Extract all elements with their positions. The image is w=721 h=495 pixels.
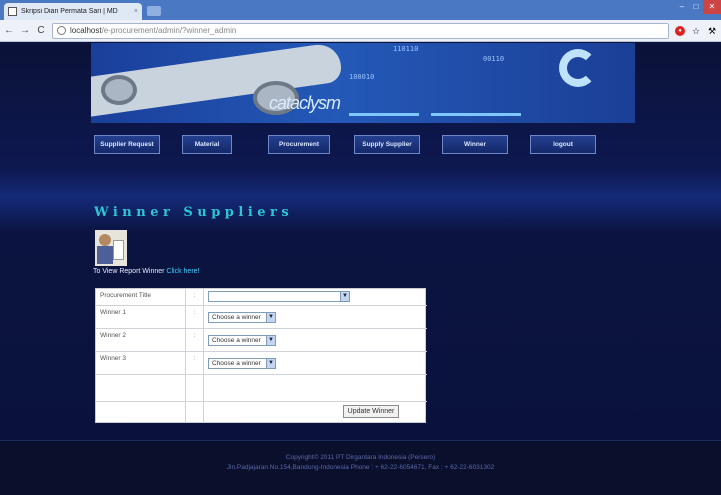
tab-title: Skripsi Dian Permata Sari | MD (21, 8, 118, 15)
winner-3-select[interactable]: Choose a winner ▼ (208, 358, 276, 369)
star-icon[interactable]: ☆ (691, 26, 701, 36)
form-row: Procurement Title : ▼ (96, 289, 427, 306)
nav-supplier-request[interactable]: Supplier Request (94, 135, 160, 154)
nav-supply-supplier[interactable]: Supply Supplier (354, 135, 420, 154)
close-window-icon[interactable]: ✕ (703, 0, 721, 14)
winner-3-label: Winner 3 (96, 352, 186, 374)
winner-1-select[interactable]: Choose a winner ▼ (208, 312, 276, 323)
banner-number: 110110 (393, 45, 419, 53)
form-row: Winner 2 : Choose a winner ▼ (96, 329, 427, 352)
page-title: Winner Suppliers (94, 205, 294, 220)
form-row: Winner 3 : Choose a winner ▼ (96, 352, 427, 375)
nav-winner[interactable]: Winner (442, 135, 508, 154)
document-shape (113, 240, 124, 260)
banner-number: 100010 (349, 73, 375, 81)
browser-tab-bar: Skripsi Dian Permata Sari | MD × – □ ✕ (0, 0, 721, 20)
empty-cell (186, 402, 204, 423)
maximize-icon[interactable]: □ (689, 0, 703, 14)
select-value: Choose a winner (212, 314, 261, 321)
page-favicon-icon (8, 7, 17, 16)
chevron-down-icon: ▼ (266, 313, 275, 322)
back-button[interactable]: ← (4, 25, 14, 36)
procurement-title-label: Procurement Title (96, 289, 186, 305)
window-controls: – □ ✕ (675, 0, 721, 14)
new-tab-button[interactable] (147, 6, 161, 16)
select-value: Choose a winner (212, 360, 261, 367)
browser-toolbar: ← → C localhost/e-procurement/admin/?win… (0, 20, 721, 42)
close-tab-icon[interactable]: × (134, 8, 138, 15)
colon: : (186, 289, 204, 305)
url-text: localhost/e-procurement/admin/?winner_ad… (70, 26, 236, 35)
report-line: To View Report Winner Click here! (93, 268, 200, 275)
adblock-icon[interactable]: ● (675, 25, 685, 36)
procurement-title-select[interactable]: ▼ (208, 291, 350, 302)
forward-button[interactable]: → (20, 25, 30, 36)
chevron-down-icon: ▼ (266, 336, 275, 345)
chevron-down-icon: ▼ (266, 359, 275, 368)
form-row-empty (96, 375, 427, 402)
banner-stripe (431, 113, 521, 116)
engine-left-illustration (101, 75, 137, 105)
header-banner: 110110 00110 100010 cataclysm (91, 43, 635, 123)
footer: Copyright© 2011 PT Dirgantara Indonesia … (0, 440, 721, 495)
input-cell: Choose a winner ▼ (204, 306, 427, 328)
input-cell: Choose a winner ▼ (204, 329, 427, 351)
globe-icon (57, 26, 66, 35)
wrench-icon[interactable]: ⚒ (707, 26, 717, 36)
report-link[interactable]: Click here! (166, 268, 199, 275)
brand-logo: cataclysm (269, 93, 341, 113)
empty-cell (96, 402, 186, 423)
input-cell: Choose a winner ▼ (204, 352, 427, 374)
footer-copyright: Copyright© 2011 PT Dirgantara Indonesia … (285, 454, 436, 461)
empty-cell (186, 375, 204, 401)
power-logo-icon (559, 49, 597, 87)
report-icon[interactable] (95, 230, 127, 266)
winner-2-select[interactable]: Choose a winner ▼ (208, 335, 276, 346)
minimize-icon[interactable]: – (675, 0, 689, 14)
reload-button[interactable]: C (36, 25, 46, 36)
winner-form: Procurement Title : ▼ Winner 1 : Choose … (95, 288, 427, 423)
banner-stripe (349, 113, 419, 116)
browser-tab[interactable]: Skripsi Dian Permata Sari | MD × (4, 3, 142, 20)
report-text: To View Report Winner (93, 268, 165, 275)
winner-2-label: Winner 2 (96, 329, 186, 351)
page-body: 110110 00110 100010 cataclysm Supplier R… (0, 43, 721, 495)
nav-procurement[interactable]: Procurement (268, 135, 330, 154)
person-body-shape (97, 246, 113, 264)
person-head-shape (99, 234, 111, 246)
select-value: Choose a winner (212, 337, 261, 344)
url-host: localhost (70, 26, 102, 35)
main-nav: Supplier Request Material Procurement Su… (0, 135, 721, 157)
footer-address: Jln.Padjajaran No.154,Bandung-Indonesia … (226, 464, 495, 471)
address-bar[interactable]: localhost/e-procurement/admin/?winner_ad… (52, 22, 669, 39)
winner-1-label: Winner 1 (96, 306, 186, 328)
colon: : (186, 329, 204, 351)
colon: : (186, 352, 204, 374)
form-row-submit: Update Winner (96, 402, 427, 423)
nav-material[interactable]: Material (182, 135, 232, 154)
nav-logout[interactable]: logout (530, 135, 596, 154)
banner-number: 00110 (483, 55, 505, 63)
update-winner-button[interactable]: Update Winner (343, 405, 399, 418)
colon: : (186, 306, 204, 328)
url-path: /e-procurement/admin/?winner_admin (101, 26, 237, 35)
chevron-down-icon: ▼ (340, 292, 349, 301)
input-cell: ▼ (204, 289, 427, 305)
empty-cell (96, 375, 186, 401)
form-row: Winner 1 : Choose a winner ▼ (96, 306, 427, 329)
